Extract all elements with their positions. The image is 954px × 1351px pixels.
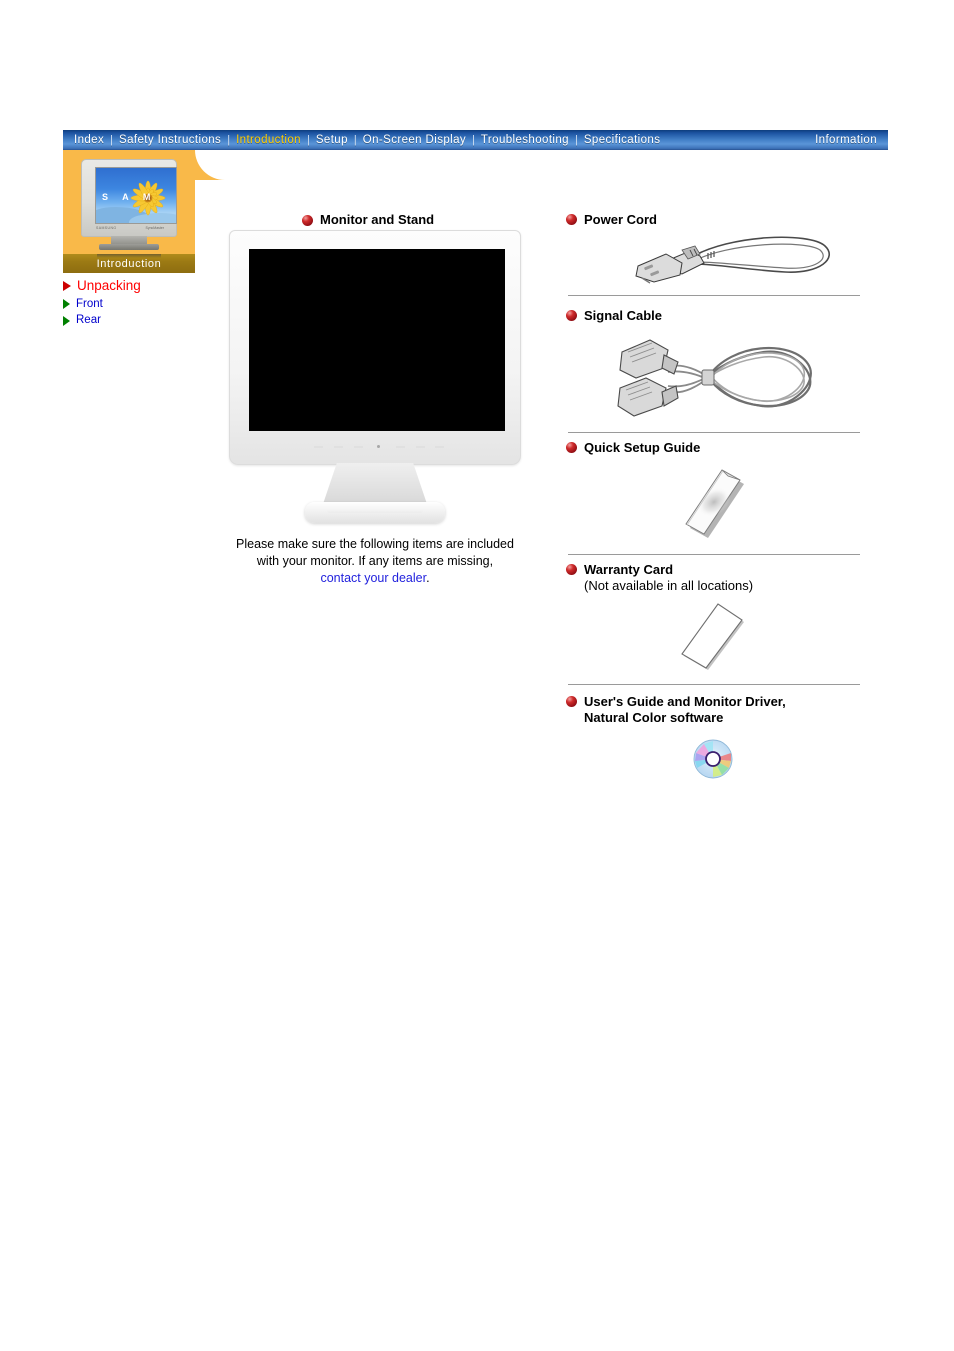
nav-item-troubleshooting[interactable]: Troubleshooting bbox=[480, 134, 570, 146]
nav-separator: | bbox=[574, 134, 578, 146]
screen-sam-text: S A M bbox=[102, 192, 157, 202]
caption-line-2: with your monitor. If any items are miss… bbox=[256, 553, 494, 568]
packing-list-caption: Please make sure the following items are… bbox=[205, 536, 545, 587]
sidebar-item-label: Unpacking bbox=[77, 278, 141, 293]
section-divider bbox=[568, 295, 860, 296]
nav-separator: | bbox=[353, 134, 357, 146]
nav-item-introduction[interactable]: Introduction bbox=[235, 134, 302, 146]
nav-separator: | bbox=[227, 134, 231, 146]
nav-separator: | bbox=[306, 134, 310, 146]
lcd-power-led-icon bbox=[377, 445, 380, 448]
sidebar-rounded-corner bbox=[195, 150, 225, 180]
sidebar-item-unpacking[interactable]: Unpacking bbox=[63, 279, 203, 293]
crt-monitor-body: S A M SAMSUNG SyncMaster bbox=[81, 159, 177, 237]
caption-line-1: Please make sure the following items are… bbox=[236, 537, 514, 551]
nav-item-index[interactable]: Index bbox=[73, 134, 105, 146]
accessory-title: Quick Setup Guide bbox=[584, 440, 701, 455]
accessory-signal-cable-heading: Signal Cable bbox=[566, 308, 862, 324]
red-sphere-bullet-icon bbox=[566, 696, 577, 707]
red-sphere-bullet-icon bbox=[566, 214, 577, 225]
lcd-monitor-and-stand-icon bbox=[227, 230, 523, 523]
contact-your-dealer-link[interactable]: contact your dealer bbox=[320, 571, 426, 585]
accessory-title: Power Cord bbox=[584, 212, 657, 227]
red-sphere-bullet-icon bbox=[566, 442, 577, 453]
lcd-monitor-screen bbox=[249, 249, 505, 431]
nav-item-safety-instructions[interactable]: Safety Instructions bbox=[118, 134, 222, 146]
monitor-and-stand-heading: Monitor and Stand bbox=[302, 212, 434, 228]
nav-item-information[interactable]: Information bbox=[814, 134, 878, 146]
red-sphere-bullet-icon bbox=[566, 310, 577, 321]
section-divider bbox=[568, 684, 860, 685]
accessory-quick-setup-guide-heading: Quick Setup Guide bbox=[566, 440, 862, 456]
power-cord-icon bbox=[635, 236, 831, 284]
accessory-title-line-2: Natural Color software bbox=[584, 710, 724, 726]
sidebar-section-label: Introduction bbox=[63, 254, 195, 273]
crt-brand-text: SAMSUNG bbox=[96, 226, 117, 230]
warranty-card-icon bbox=[681, 603, 744, 670]
signal-cable-icon bbox=[617, 339, 812, 417]
main-navigation-bar: Index | Safety Instructions | Introducti… bbox=[63, 130, 888, 150]
cd-rom-disc-icon bbox=[693, 739, 733, 779]
accessory-power-cord-heading: Power Cord bbox=[566, 212, 862, 228]
section-divider bbox=[568, 554, 860, 555]
accessory-warranty-card-heading: Warranty Card (Not available in all loca… bbox=[566, 562, 862, 595]
section-divider bbox=[568, 432, 860, 433]
quick-setup-guide-booklet-icon bbox=[685, 469, 744, 538]
accessory-title: Signal Cable bbox=[584, 308, 663, 323]
accessory-title: User's Guide and Monitor Driver, bbox=[584, 694, 786, 709]
sidebar-item-label: Front bbox=[76, 297, 103, 310]
lcd-monitor-bezel bbox=[229, 230, 521, 465]
red-triangle-icon bbox=[63, 280, 71, 291]
caption-period: . bbox=[426, 570, 430, 585]
nav-separator: | bbox=[110, 134, 113, 146]
red-sphere-bullet-icon bbox=[566, 564, 577, 575]
sidebar-item-front[interactable]: Front bbox=[63, 297, 203, 311]
monitor-and-stand-title: Monitor and Stand bbox=[320, 212, 435, 227]
lcd-monitor-neck bbox=[322, 463, 428, 507]
crt-model-text: SyncMaster bbox=[145, 226, 164, 230]
nav-separator: | bbox=[472, 134, 475, 146]
red-sphere-bullet-icon bbox=[302, 214, 313, 226]
accessory-title: Warranty Card bbox=[584, 562, 674, 577]
green-triangle-icon bbox=[63, 299, 70, 310]
sidebar-item-label: Rear bbox=[76, 314, 101, 326]
accessory-users-guide-cd-heading: User's Guide and Monitor Driver, Natural… bbox=[566, 694, 862, 727]
green-triangle-icon bbox=[63, 315, 70, 326]
sidebar-menu: Unpacking Front Rear bbox=[63, 279, 203, 332]
accessory-subtitle: (Not available in all locations) bbox=[584, 578, 754, 594]
nav-item-specifications[interactable]: Specifications bbox=[583, 134, 662, 146]
nav-item-on-screen-display[interactable]: On-Screen Display bbox=[362, 134, 467, 146]
lcd-monitor-base-highlight bbox=[327, 508, 423, 513]
sidebar-item-rear[interactable]: Rear bbox=[63, 314, 203, 327]
crt-monitor-foot bbox=[99, 244, 159, 250]
crt-monitor-screen: S A M bbox=[95, 167, 177, 224]
crt-monitor-sunflower-icon: S A M SAMSUNG SyncMaster bbox=[75, 159, 183, 251]
nav-item-setup[interactable]: Setup bbox=[315, 134, 349, 146]
